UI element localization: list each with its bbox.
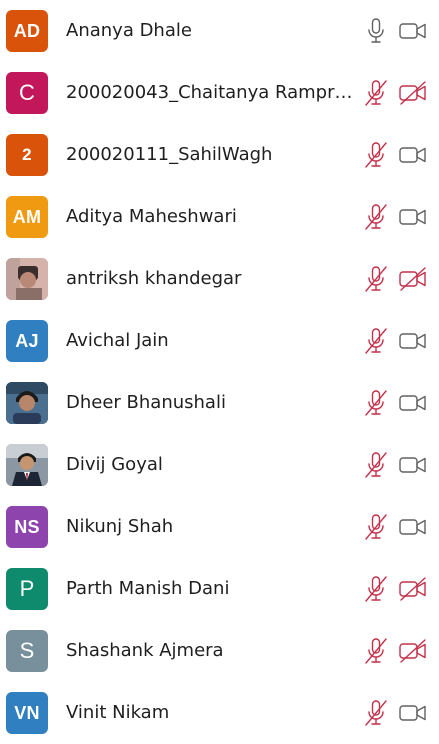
avatar-initials: S (19, 638, 35, 663)
video-camera-icon[interactable] (398, 451, 428, 479)
participant-name: Divij Goyal (66, 454, 163, 475)
avatar: AD (6, 10, 48, 52)
avatar: P (6, 568, 48, 610)
participant-name: Nikunj Shah (66, 516, 174, 537)
video-camera-icon[interactable] (398, 389, 428, 417)
avatar: C (6, 72, 48, 114)
avatar-initials: P (19, 576, 35, 601)
microphone-muted-icon[interactable] (363, 388, 389, 418)
microphone-icon[interactable] (363, 16, 389, 46)
video-camera-off-icon[interactable] (398, 575, 428, 603)
participant-name: 200020043_Chaitanya Ramprasad (66, 82, 356, 103)
microphone-muted-icon[interactable] (363, 450, 389, 480)
avatar: VN (6, 692, 48, 734)
video-camera-off-icon[interactable] (398, 265, 428, 293)
participant-name: Ananya Dhale (66, 20, 192, 41)
avatar-initials: VN (14, 702, 40, 723)
microphone-muted-icon[interactable] (363, 636, 389, 666)
video-camera-icon[interactable] (398, 141, 428, 169)
video-camera-off-icon[interactable] (398, 637, 428, 665)
participant-row[interactable]: antriksh khandegar (0, 248, 439, 310)
avatar-initials: NS (14, 516, 40, 537)
participant-row[interactable]: C 200020043_Chaitanya Ramprasad (0, 62, 439, 124)
avatar-initials: AJ (15, 330, 39, 351)
microphone-muted-icon[interactable] (363, 512, 389, 542)
avatar: AM (6, 196, 48, 238)
participant-name: Aditya Maheshwari (66, 206, 237, 227)
avatar: 2 (6, 134, 48, 176)
video-camera-icon[interactable] (398, 17, 428, 45)
participant-name: 200020111_SahilWagh (66, 144, 273, 165)
participant-row[interactable]: P Parth Manish Dani (0, 558, 439, 620)
video-camera-icon[interactable] (398, 699, 428, 727)
avatar-photo (6, 258, 48, 300)
video-camera-icon[interactable] (398, 203, 428, 231)
avatar-photo (6, 444, 48, 486)
microphone-muted-icon[interactable] (363, 698, 389, 728)
participant-row[interactable]: AJ Avichal Jain (0, 310, 439, 372)
video-camera-icon[interactable] (398, 327, 428, 355)
microphone-muted-icon[interactable] (363, 574, 389, 604)
avatar-initials: AM (12, 206, 42, 227)
microphone-muted-icon[interactable] (363, 140, 389, 170)
avatar-initials: C (18, 80, 36, 105)
video-camera-icon[interactable] (398, 513, 428, 541)
participant-row[interactable]: AD Ananya Dhale (0, 0, 439, 62)
participant-row[interactable]: VN Vinit Nikam (0, 682, 439, 744)
avatar-initials: 2 (22, 145, 32, 164)
avatar-photo (6, 382, 48, 424)
participant-row[interactable]: Divij Goyal (0, 434, 439, 496)
participant-row[interactable]: Dheer Bhanushali (0, 372, 439, 434)
video-camera-off-icon[interactable] (398, 79, 428, 107)
participant-name: antriksh khandegar (66, 268, 242, 289)
participant-name: Shashank Ajmera (66, 640, 224, 661)
microphone-muted-icon[interactable] (363, 202, 389, 232)
avatar: S (6, 630, 48, 672)
microphone-muted-icon[interactable] (363, 264, 389, 294)
participant-row[interactable]: S Shashank Ajmera (0, 620, 439, 682)
participant-list: AD Ananya Dhale C 200020043_Chaitanya Rampr… (0, 0, 439, 739)
participant-name: Vinit Nikam (66, 702, 170, 723)
microphone-muted-icon[interactable] (363, 326, 389, 356)
participant-row[interactable]: NS Nikunj Shah (0, 496, 439, 558)
participant-name: Parth Manish Dani (66, 578, 230, 599)
participant-row[interactable]: AM Aditya Maheshwari (0, 186, 439, 248)
microphone-muted-icon[interactable] (363, 78, 389, 108)
participant-name: Dheer Bhanushali (66, 392, 226, 413)
participant-row[interactable]: 2 200020111_SahilWagh (0, 124, 439, 186)
participant-name: Avichal Jain (66, 330, 169, 351)
avatar: AJ (6, 320, 48, 362)
avatar-initials: AD (13, 20, 41, 41)
avatar: NS (6, 506, 48, 548)
